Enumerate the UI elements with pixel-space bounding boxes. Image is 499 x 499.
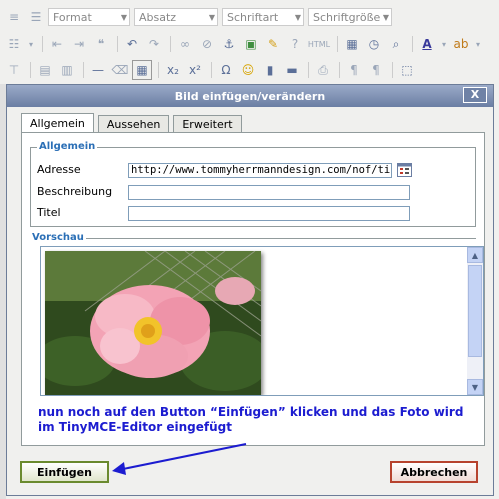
insert-button[interactable]: Einfügen [20,461,109,483]
annotation-arrow [112,443,247,475]
cancel-button-label: Abbrechen [400,465,468,479]
arrow-head-icon [112,462,126,475]
cancel-button[interactable]: Abbrechen [390,461,478,483]
arrow-line [117,443,247,471]
insert-button-label: Einfügen [37,465,92,479]
